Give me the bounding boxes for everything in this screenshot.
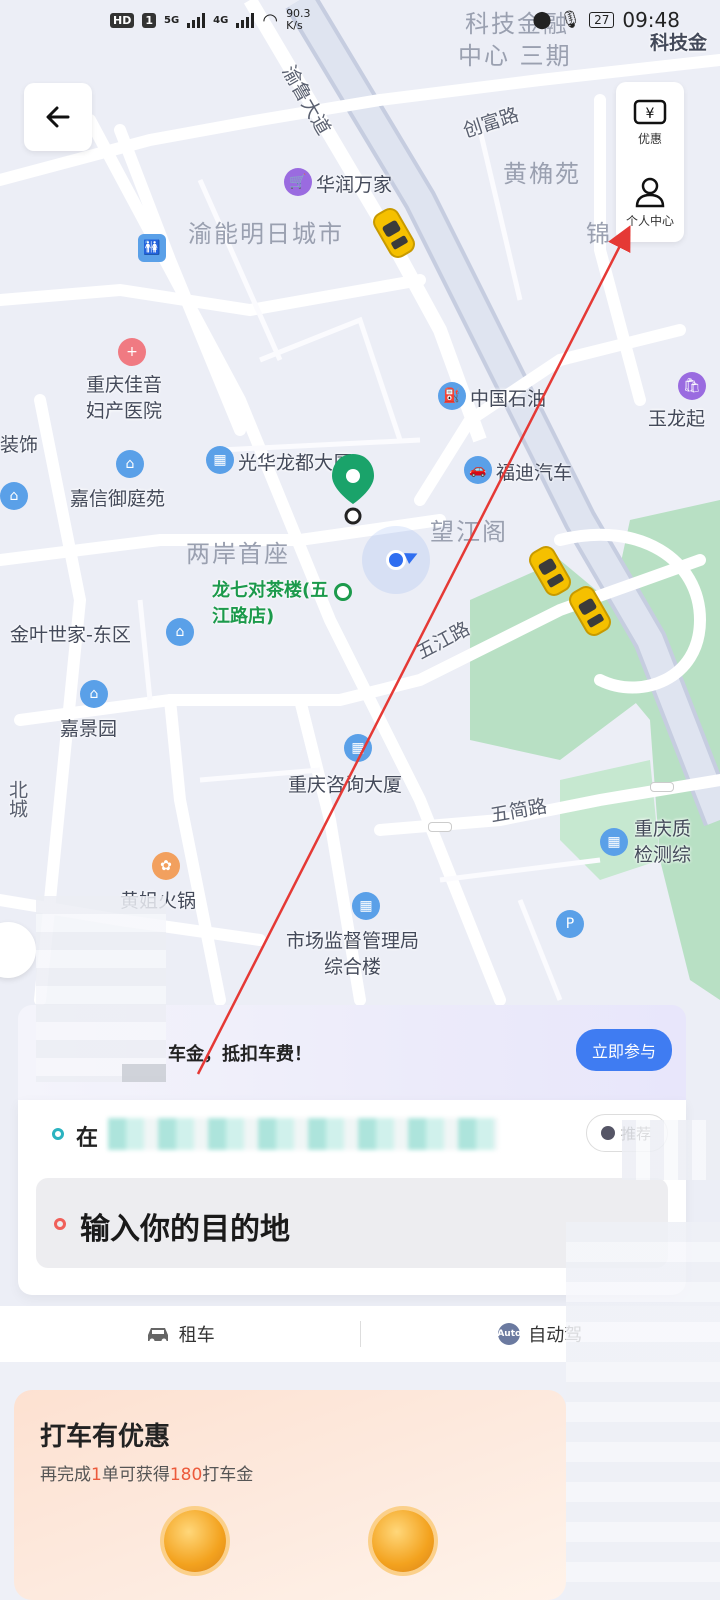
person-icon xyxy=(635,177,665,207)
pickup-icon xyxy=(600,1126,615,1140)
service-label-rent: 租车 xyxy=(178,1325,215,1346)
battery-icon: 27 xyxy=(589,12,615,28)
map-label-huangjiao: 黄桷苑 xyxy=(503,160,581,188)
right-side-panel: ¥ 优惠 个人中心 xyxy=(616,82,684,242)
back-arrow-icon xyxy=(46,106,70,128)
net-speed-unit: K/s xyxy=(286,19,303,32)
hospital-icon: + xyxy=(118,338,146,366)
offer-amount: 180 xyxy=(169,1465,203,1485)
offer-title: 打车有优惠 xyxy=(40,1422,171,1452)
yen-ticket-icon: ¥ xyxy=(633,99,667,124)
offer-card[interactable]: 打车有优惠 再完成1单可获得180打车金 xyxy=(14,1390,566,1600)
signal-icon xyxy=(187,12,206,28)
status-bar: HD 1 5G 4G ◠ 90.3 K/s ⬤ 🎙 27 09:48 xyxy=(0,0,720,40)
offer-subtitle: 再完成1单可获得180打车金 xyxy=(40,1465,254,1485)
traffic-light-icon-2 xyxy=(650,782,674,792)
auto-icon: Auto xyxy=(497,1323,521,1345)
origin-row[interactable]: 在 推荐 xyxy=(18,1100,686,1170)
map-label-yulong: 玉龙起 xyxy=(648,408,706,430)
blurred-right-patch xyxy=(622,1120,720,1180)
blurred-patch xyxy=(122,1064,166,1082)
map-label-wangjiang: 望江阁 xyxy=(430,518,508,546)
origin-dot-icon xyxy=(52,1128,64,1140)
residence-icon-2: ⌂ xyxy=(0,482,28,510)
coupon-button[interactable]: ¥ 优惠 xyxy=(616,82,684,162)
map-label-jinye: 金叶世家-东区 xyxy=(10,624,131,646)
blurred-right-panel xyxy=(566,1222,720,1600)
restaurant-icon: ✿ xyxy=(152,852,180,880)
map-label-yuneng-city: 渝能明日城市 xyxy=(188,220,344,248)
destination-placeholder: 输入你的目的地 xyxy=(80,1212,290,1247)
coin-icon xyxy=(164,1510,226,1572)
building-icon: ▦ xyxy=(206,446,234,474)
shopping-icon: 🛒 xyxy=(284,168,312,196)
car-dealer-icon: 🚗 xyxy=(464,456,492,484)
profile-label: 个人中心 xyxy=(625,213,674,228)
map-label-cq-quality: 重庆质 检测综 xyxy=(634,818,692,866)
map-label-jiajing: 嘉景园 xyxy=(60,718,118,740)
shopping-icon-2: 🛍 xyxy=(678,372,706,400)
map-label-ford: 福迪汽车 xyxy=(496,462,573,484)
restroom-icon: 🚻 xyxy=(138,234,166,262)
destination-dot-icon xyxy=(54,1218,66,1230)
map-label-beicheng: 北城 xyxy=(6,780,28,818)
poi-dot-icon xyxy=(334,583,352,601)
service-rent-car[interactable]: 租车 xyxy=(0,1321,360,1347)
map-label-center-phase3: 中心 三期 xyxy=(458,42,572,70)
residence-icon-3: ⌂ xyxy=(166,618,194,646)
map-label-jin: 锦 xyxy=(586,220,612,248)
hd-badge: HD xyxy=(110,12,135,28)
offer-count: 1 xyxy=(91,1465,102,1485)
mic-icon: 🎙 xyxy=(559,10,582,30)
coin-icon-2 xyxy=(372,1510,434,1572)
profile-button[interactable]: 个人中心 xyxy=(616,162,684,242)
join-button[interactable]: 立即参与 xyxy=(575,1029,672,1071)
building-icon-3: ▦ xyxy=(600,828,628,856)
back-button[interactable] xyxy=(24,83,92,151)
network-label-5g: 5G xyxy=(164,14,180,26)
residence-icon: ⌂ xyxy=(116,450,144,478)
car-icon xyxy=(147,1328,168,1344)
map-label-jiaxin: 嘉信御庭苑 xyxy=(70,488,166,510)
map-label-crv-mall: 华润万家 xyxy=(316,174,393,196)
origin-text: 在 xyxy=(76,1126,99,1151)
parking-icon: P xyxy=(556,910,584,938)
signal-icon-2 xyxy=(236,12,255,28)
map-label-longqi: 龙七对茶楼(五江路店) xyxy=(212,580,329,627)
gas-station-icon: ⛽ xyxy=(438,382,466,410)
clock: 09:48 xyxy=(622,8,680,32)
blurred-origin-address xyxy=(108,1118,498,1150)
wifi-icon: ◠ xyxy=(262,9,279,31)
svg-text:¥: ¥ xyxy=(646,106,655,122)
map-label-sinopec: 中国石油 xyxy=(470,388,547,410)
network-label-4g: 4G xyxy=(213,14,229,26)
map-label-consult: 重庆咨询大厦 xyxy=(288,774,403,796)
map-label-cq-hospital: 重庆佳音 妇产医院 xyxy=(86,374,163,422)
sim-badge: 1 xyxy=(142,12,156,28)
coupon-label: 优惠 xyxy=(637,131,662,146)
blurred-promo-image xyxy=(36,896,166,1082)
traffic-light-icon xyxy=(428,822,452,832)
building-icon-4: ▦ xyxy=(352,892,380,920)
promo-text: 车金，抵扣车费！ xyxy=(168,1044,312,1065)
map-label-liangan: 两岸首座 xyxy=(186,540,290,568)
residence-icon-4: ⌂ xyxy=(80,680,108,708)
current-location-icon xyxy=(362,526,430,594)
map-pin-icon[interactable] xyxy=(330,452,376,528)
building-icon-2: ▦ xyxy=(344,734,372,762)
map-label-market-reg: 市场监督管理局 综合楼 xyxy=(286,930,420,978)
map-label-zhuangshi: 装饰 xyxy=(0,434,39,456)
location-icon: ⬤ xyxy=(532,10,552,30)
